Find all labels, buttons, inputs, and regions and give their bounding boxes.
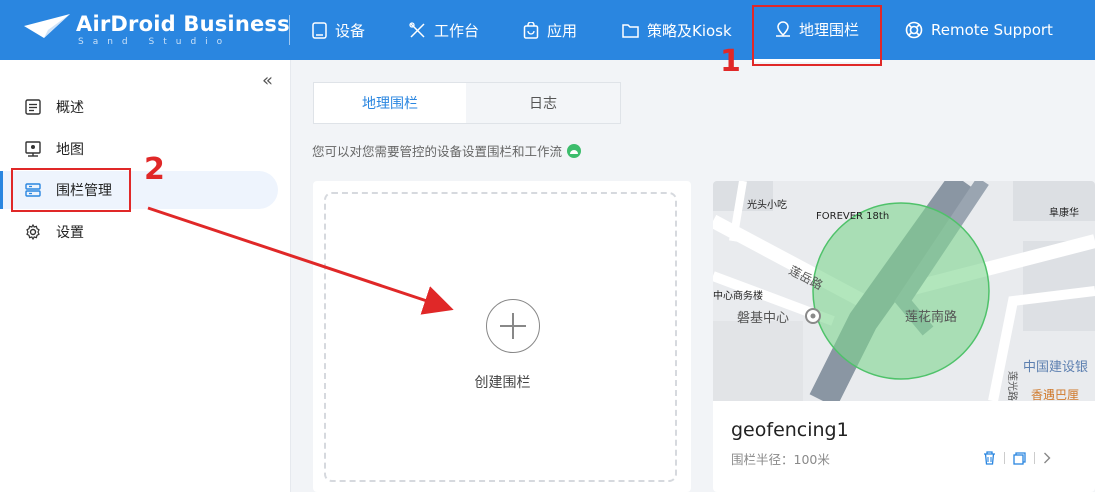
annotation-arrow [147,206,454,315]
